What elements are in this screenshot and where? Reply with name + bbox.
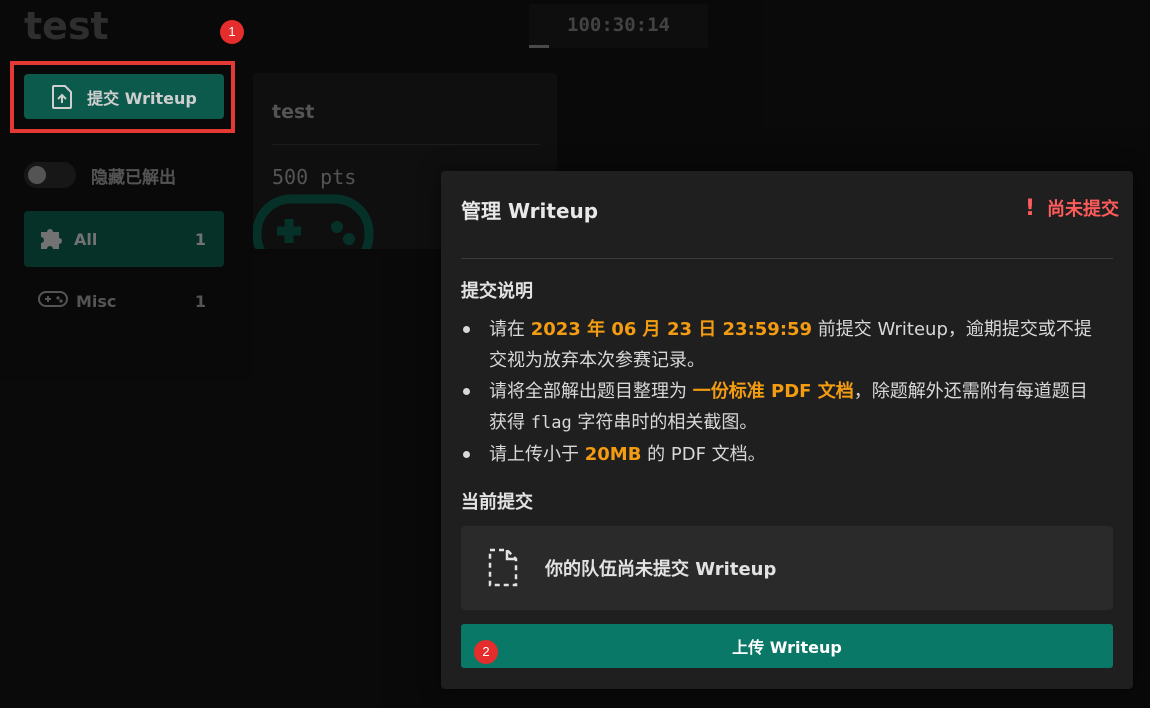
flag-code: flag — [530, 413, 572, 433]
instructions-heading: 提交说明 — [461, 281, 533, 302]
category-all-label: All — [74, 229, 98, 249]
size-limit-text: 20MB — [584, 444, 642, 465]
upload-writeup-button[interactable]: 上传 Writeup — [461, 624, 1113, 668]
hide-solved-row: 隐藏已解出 — [24, 162, 176, 188]
challenge-points: 500 pts — [272, 165, 357, 189]
timer-progress-fill — [529, 45, 549, 48]
instruction-item: 请将全部解出题目整理为 一份标准 PDF 文档，除题解外还需附有每道题目获得 f… — [461, 376, 1101, 439]
writeup-modal: 管理 Writeup ! 尚未提交 提交说明 请在 2023 年 06 月 23… — [441, 171, 1133, 689]
category-misc-count: 1 — [194, 291, 206, 311]
modal-title: 管理 Writeup — [461, 199, 599, 223]
current-submission-heading: 当前提交 — [461, 492, 533, 513]
step-badge-1: 1 — [220, 20, 244, 44]
category-misc[interactable]: Misc 1 — [24, 273, 224, 329]
gamepad-watermark-icon — [253, 193, 378, 249]
gamepad-icon — [38, 289, 68, 313]
instruction-item: 请在 2023 年 06 月 23 日 23:59:59 前提交 Writeup… — [461, 314, 1101, 376]
card-divider — [272, 144, 540, 145]
hide-solved-label: 隐藏已解出 — [91, 167, 176, 188]
submission-status-text: 尚未提交 — [1047, 199, 1119, 220]
empty-file-icon — [487, 548, 519, 588]
empty-submission-text: 你的队伍尚未提交 Writeup — [545, 559, 777, 580]
app-title: test — [24, 4, 109, 48]
warning-icon: ! — [1024, 195, 1035, 221]
challenge-title: test — [272, 101, 315, 123]
modal-divider — [461, 258, 1113, 259]
timer-progress-track — [529, 45, 708, 48]
submission-status: ! 尚未提交 — [1025, 195, 1119, 221]
puzzle-icon — [38, 223, 66, 255]
hide-solved-toggle[interactable] — [24, 162, 76, 188]
instruction-item: 请上传小于 20MB 的 PDF 文档。 — [461, 439, 1101, 470]
format-text: 一份标准 PDF 文档 — [692, 381, 854, 402]
step-badge-2: 2 — [474, 640, 498, 664]
deadline-text: 2023 年 06 月 23 日 23:59:59 — [530, 319, 813, 340]
instructions-list: 请在 2023 年 06 月 23 日 23:59:59 前提交 Writeup… — [461, 314, 1101, 470]
timer-value: 100:30:14 — [567, 14, 670, 36]
category-all[interactable]: All 1 — [24, 211, 224, 267]
category-all-count: 1 — [194, 229, 206, 249]
current-submission-box: 你的队伍尚未提交 Writeup — [461, 526, 1113, 610]
highlight-annotation — [10, 61, 235, 133]
countdown-timer: 100:30:14 — [529, 4, 708, 48]
category-misc-label: Misc — [76, 291, 117, 311]
